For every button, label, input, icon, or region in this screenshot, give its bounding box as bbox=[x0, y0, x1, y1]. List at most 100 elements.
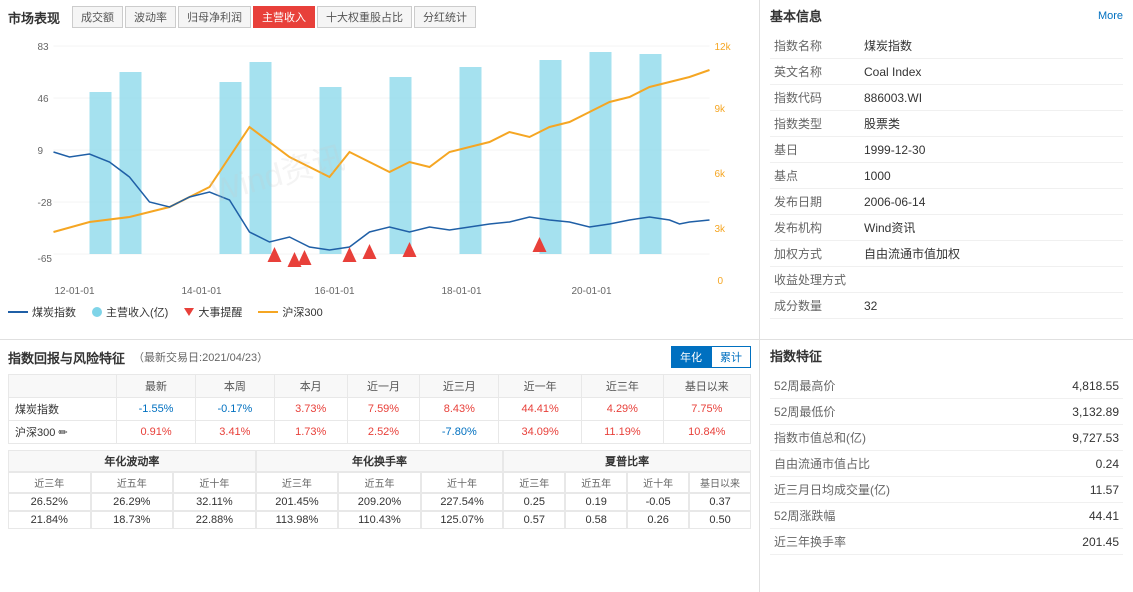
hushen-month: 1.73% bbox=[274, 421, 347, 444]
turnover-hushen-5y: 110.43% bbox=[338, 511, 421, 529]
vol-col-3y: 近三年 bbox=[8, 472, 91, 493]
vol-hushen-5y: 18.73% bbox=[91, 511, 174, 529]
svg-text:0: 0 bbox=[718, 276, 724, 287]
info-panel-title: 基本信息 bbox=[770, 6, 822, 25]
sharpe-hushen-10y: 0.26 bbox=[627, 511, 689, 529]
toggle-accumulated[interactable]: 累计 bbox=[711, 346, 751, 368]
info-table: 指数名称 煤炭指数 英文名称 Coal Index 指数代码 886003.WI… bbox=[770, 33, 1123, 319]
turnover-section: 年化换手率 近三年 近五年 近十年 201.45% 209.20% 227.54… bbox=[256, 450, 504, 529]
sharpe-hushen-5y: 0.58 bbox=[565, 511, 627, 529]
info-row-engname: 英文名称 Coal Index bbox=[770, 59, 1123, 85]
char-value-change52: 44.41 bbox=[1015, 503, 1123, 529]
sub-tables-container: 年化波动率 近三年 近五年 近十年 26.52% 26.29% 32.11% 2… bbox=[8, 450, 751, 529]
turnover-hushen-3y: 113.98% bbox=[256, 511, 339, 529]
return-row-meitan: 煤炭指数 -1.55% -0.17% 3.73% 7.59% 8.43% 44.… bbox=[9, 398, 751, 421]
tab-fenhong[interactable]: 分红统计 bbox=[414, 6, 476, 28]
row-label-meitan: 煤炭指数 bbox=[9, 398, 117, 421]
return-panel: 指数回报与风险特征 （最新交易日:2021/04/23） 年化 累计 最新 本周… bbox=[0, 340, 760, 592]
info-value-code: 886003.WI bbox=[860, 85, 1123, 111]
info-value-weight: 自由流通市值加权 bbox=[860, 241, 1123, 267]
info-value-return bbox=[860, 267, 1123, 293]
svg-text:14-01-01: 14-01-01 bbox=[182, 286, 222, 297]
info-value-type: 股票类 bbox=[860, 111, 1123, 137]
vol-hushen-3y: 21.84% bbox=[8, 511, 91, 529]
hushen-week: 3.41% bbox=[195, 421, 274, 444]
sharpe-title: 夏普比率 bbox=[503, 450, 751, 472]
vol-meitan-3y: 26.52% bbox=[8, 493, 91, 511]
vol-hushen-10y: 22.88% bbox=[173, 511, 256, 529]
turnover-col-10y: 近十年 bbox=[421, 472, 504, 493]
hushen-1m: 2.52% bbox=[347, 421, 420, 444]
col-header-empty bbox=[9, 375, 117, 398]
char-row-freefloat: 自由流通市值占比 0.24 bbox=[770, 451, 1123, 477]
chart-area: 83 46 9 -28 -65 12k 9k 6k 3k 0 12-01-01 … bbox=[8, 32, 751, 300]
svg-text:9: 9 bbox=[38, 146, 44, 157]
legend-triangle-red bbox=[184, 308, 194, 316]
char-label-mktcap: 指数市值总和(亿) bbox=[770, 425, 1015, 451]
col-header-since: 基日以来 bbox=[663, 375, 750, 398]
hushen-latest: 0.91% bbox=[117, 421, 196, 444]
col-header-week: 本周 bbox=[195, 375, 274, 398]
svg-text:-28: -28 bbox=[38, 198, 53, 209]
info-label-puborg: 发布机构 bbox=[770, 215, 860, 241]
meitan-1m: 7.59% bbox=[347, 398, 420, 421]
toggle-annualized[interactable]: 年化 bbox=[671, 346, 711, 368]
legend-meitanzhishu: 煤炭指数 bbox=[8, 304, 76, 320]
turnover-meitan-5y: 209.20% bbox=[338, 493, 421, 511]
turnover-meitan-3y: 201.45% bbox=[256, 493, 339, 511]
tab-chengjiaoe[interactable]: 成交额 bbox=[72, 6, 123, 28]
char-label-change52: 52周涨跌幅 bbox=[770, 503, 1015, 529]
turnover-col-3y: 近三年 bbox=[256, 472, 339, 493]
info-label-basepoint: 基点 bbox=[770, 163, 860, 189]
char-label-freefloat: 自由流通市值占比 bbox=[770, 451, 1015, 477]
vol-col-10y: 近十年 bbox=[173, 472, 256, 493]
svg-text:12-01-01: 12-01-01 bbox=[55, 286, 95, 297]
sharpe-section: 夏普比率 近三年 近五年 近十年 基日以来 0.25 0.19 -0.05 0.… bbox=[503, 450, 751, 529]
char-label-high52: 52周最高价 bbox=[770, 373, 1015, 399]
return-subtitle: （最新交易日:2021/04/23） bbox=[133, 349, 268, 365]
legend-dot-cyan bbox=[92, 307, 102, 317]
return-row-hushen: 沪深300 ✏ 0.91% 3.41% 1.73% 2.52% -7.80% 3… bbox=[9, 421, 751, 444]
info-row-weight: 加权方式 自由流通市值加权 bbox=[770, 241, 1123, 267]
toggle-buttons: 年化 累计 bbox=[671, 346, 751, 368]
col-header-1y: 近一年 bbox=[499, 375, 582, 398]
info-label-weight: 加权方式 bbox=[770, 241, 860, 267]
char-value-avgvol: 11.57 bbox=[1015, 477, 1123, 503]
sharpe-col-since: 基日以来 bbox=[689, 472, 751, 493]
svg-text:20-01-01: 20-01-01 bbox=[572, 286, 612, 297]
sharpe-col-5y: 近五年 bbox=[565, 472, 627, 493]
char-value-mktcap: 9,727.53 bbox=[1015, 425, 1123, 451]
info-value-puborg: Wind资讯 bbox=[860, 215, 1123, 241]
col-header-3m: 近三月 bbox=[420, 375, 499, 398]
turnover-meitan-row: 201.45% 209.20% 227.54% bbox=[256, 493, 504, 511]
col-header-1m: 近一月 bbox=[347, 375, 420, 398]
info-label-name: 指数名称 bbox=[770, 33, 860, 59]
svg-text:3k: 3k bbox=[715, 224, 727, 235]
tab-guimu[interactable]: 归母净利润 bbox=[178, 6, 251, 28]
info-label-code: 指数代码 bbox=[770, 85, 860, 111]
legend-label-meitan: 煤炭指数 bbox=[32, 304, 76, 320]
legend-hushen300: 沪深300 bbox=[258, 304, 322, 320]
sharpe-meitan-since: 0.37 bbox=[689, 493, 751, 511]
info-row-basedate: 基日 1999-12-30 bbox=[770, 137, 1123, 163]
tab-zhuyingshouru[interactable]: 主营收入 bbox=[253, 6, 315, 28]
return-table: 最新 本周 本月 近一月 近三月 近一年 近三年 基日以来 煤炭指数 -1.55… bbox=[8, 374, 751, 444]
sharpe-hushen-3y: 0.57 bbox=[503, 511, 565, 529]
more-link[interactable]: More bbox=[1098, 10, 1123, 22]
sharpe-col-10y: 近十年 bbox=[627, 472, 689, 493]
tab-bodonglv[interactable]: 波动率 bbox=[125, 6, 176, 28]
info-label-return: 收益处理方式 bbox=[770, 267, 860, 293]
tab-shida[interactable]: 十大权重股占比 bbox=[317, 6, 412, 28]
turnover-title: 年化换手率 bbox=[256, 450, 504, 472]
sharpe-meitan-5y: 0.19 bbox=[565, 493, 627, 511]
sharpe-hushen-row: 0.57 0.58 0.26 0.50 bbox=[503, 511, 751, 529]
info-value-basedate: 1999-12-30 bbox=[860, 137, 1123, 163]
legend-zhuyingshouru: 主营收入(亿) bbox=[92, 304, 168, 320]
svg-text:6k: 6k bbox=[715, 169, 727, 180]
turnover-meitan-10y: 227.54% bbox=[421, 493, 504, 511]
char-panel: 指数特征 52周最高价 4,818.55 52周最低价 3,132.89 指数市… bbox=[760, 340, 1133, 592]
col-header-month: 本月 bbox=[274, 375, 347, 398]
char-value-low52: 3,132.89 bbox=[1015, 399, 1123, 425]
vol-col-5y: 近五年 bbox=[91, 472, 174, 493]
sharpe-headers: 近三年 近五年 近十年 基日以来 bbox=[503, 472, 751, 493]
